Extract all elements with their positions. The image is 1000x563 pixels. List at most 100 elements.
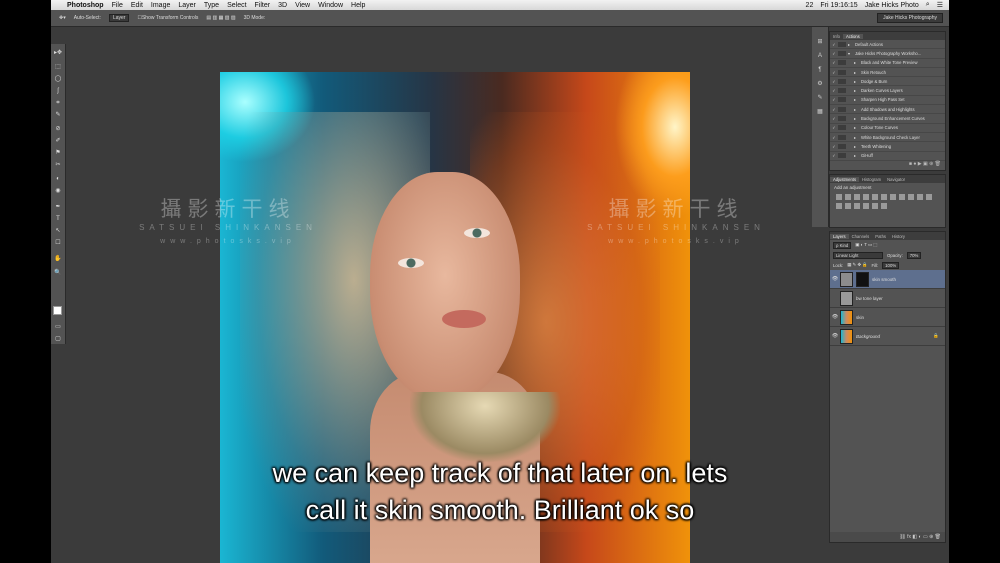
expand-icon[interactable]: ▸ [848,42,855,47]
menu-help[interactable]: Help [351,2,365,9]
menu-layer[interactable]: Layer [178,2,196,9]
lock-icons[interactable]: ▦ ✎ ✥ 🔒 [847,262,867,268]
action-item[interactable]: ✓ ▸ White Background Check Layer [830,133,945,143]
toggle-dialog-icon[interactable] [838,78,846,84]
adjustment-icons[interactable] [830,192,945,211]
user-name[interactable]: Jake Hicks Photo [865,2,919,9]
actions-footer-icons[interactable]: ■ ● ▶ ▣ ⊕ 🗑 [830,161,945,169]
toggle-dialog-icon[interactable] [838,50,846,56]
menu-filter[interactable]: Filter [255,2,271,9]
layers-footer-icons[interactable]: ⛓ fx ◧ ◐ ▭ ⊕ 🗑 [830,532,945,542]
check-icon[interactable]: ✓ [830,125,838,130]
move-tool-icon[interactable]: ✥▾ [59,15,66,21]
expand-icon[interactable]: ▸ [848,88,861,93]
action-item[interactable]: ✓ ▸ Colour Tone Curves [830,124,945,133]
workspace-switcher[interactable]: Jake Hicks Photography [877,13,943,23]
fill-input[interactable]: 100% [882,261,900,269]
pen-tool-icon[interactable]: ✒ [54,204,62,210]
expand-icon[interactable]: ▸ [848,97,861,102]
tab-histogram[interactable]: Histogram [859,177,884,182]
menu-3d[interactable]: 3D [278,2,287,9]
layer-kind-filter[interactable]: ρ Kind [833,241,852,249]
color-balance-icon[interactable] [899,194,905,200]
check-icon[interactable]: ✓ [830,88,838,93]
move-tool-icon[interactable]: ▸✥ [54,50,62,56]
filter-icons[interactable]: ▣ ◐ T ▭ ⬚ [855,242,877,248]
gradient-tool-icon[interactable]: ◐ [54,176,62,182]
action-item[interactable]: ✓ ▸ Skin Retouch [830,68,945,78]
expand-icon[interactable]: ▸ [848,107,861,112]
menu-select[interactable]: Select [227,2,246,9]
tab-layers[interactable]: Layers [830,233,849,239]
gradient-map-icon[interactable] [881,194,887,200]
black-white-icon[interactable] [908,194,914,200]
action-set[interactable]: ✓ ▾ Jake Hicks Photography Worksho... [830,49,945,59]
toggle-dialog-icon[interactable] [838,143,846,149]
toggle-dialog-icon[interactable] [838,88,846,94]
invert-icon[interactable] [845,203,851,209]
type-tool-icon[interactable]: T [54,216,62,222]
history-brush-tool-icon[interactable]: ✂ [54,162,62,168]
action-set[interactable]: ✓ ▸ Default Actions [830,40,945,50]
toggle-dialog-icon[interactable] [838,125,846,131]
tab-paths[interactable]: Paths [872,234,889,239]
toggle-dialog-icon[interactable] [838,134,846,140]
action-item[interactable]: ✓ ▸ Teeth Whitening [830,142,945,152]
lasso-tool-icon[interactable]: ◯ [54,76,62,82]
blend-mode-dropdown[interactable]: Linear Light [833,251,883,259]
action-item[interactable]: ✓ ▸ Background Enhancement Curves [830,114,945,124]
layer-row[interactable]: bw tone layer [830,289,945,308]
action-item[interactable]: ✓ ▸ Black and White Tone Preview [830,59,945,68]
tab-actions[interactable]: Actions [843,33,863,39]
toggle-dialog-icon[interactable] [838,60,846,66]
eye-icon[interactable]: 👁 [830,314,840,320]
check-icon[interactable]: ✓ [830,42,838,47]
menu-file[interactable]: File [112,2,123,9]
layer-row[interactable]: 👁 Background 🔒 [830,327,945,346]
action-item[interactable]: ✓ ▸ GiHuff [830,152,945,161]
expand-icon[interactable]: ▸ [848,79,861,84]
menu-window[interactable]: Window [318,2,343,9]
toggle-dialog-icon[interactable] [838,69,846,75]
healing-tool-icon[interactable]: ⊘ [54,126,62,132]
brightness-icon[interactable] [836,194,842,200]
check-icon[interactable]: ✓ [830,144,838,149]
layer-row[interactable]: 👁 skin smooth [830,270,945,289]
menu-type[interactable]: Type [204,2,219,9]
spotlight-search-icon[interactable]: ⌕ [926,1,930,9]
action-item[interactable]: ✓ ▸ Add Shadows and Highlights [830,105,945,115]
photo-filter-icon[interactable] [917,194,923,200]
expand-icon[interactable]: ▸ [848,116,861,121]
expand-icon[interactable]: ▸ [848,153,861,158]
tab-info[interactable]: Info [830,34,843,39]
eye-icon[interactable]: 👁 [830,276,840,282]
selective-color-icon[interactable] [872,203,878,209]
check-icon[interactable]: ✓ [830,97,838,102]
panel-strip-icons[interactable]: ⊞ A ¶ ⚙ ✎ ▦ [812,35,828,119]
tab-adjustments[interactable]: Adjustments [830,176,860,182]
expand-icon[interactable]: ▾ [848,51,855,56]
hue-saturation-icon[interactable] [890,194,896,200]
hand-tool-icon[interactable]: ✋ [54,256,62,262]
vibrance-icon[interactable] [872,194,878,200]
expand-icon[interactable]: ▸ [848,135,861,140]
tab-navigator[interactable]: Navigator [884,177,908,182]
toggle-dialog-icon[interactable] [838,153,846,159]
shape-tool-icon[interactable]: ☐ [54,240,62,246]
zoom-tool-icon[interactable]: 🔍 [54,270,62,276]
toggle-dialog-icon[interactable] [838,41,846,47]
menu-edit[interactable]: Edit [131,2,143,9]
expand-icon[interactable]: ▸ [848,125,861,130]
check-icon[interactable]: ✓ [830,107,838,112]
app-menu[interactable]: Photoshop [67,2,104,9]
eye-icon[interactable]: 👁 [830,333,840,339]
marquee-tool-icon[interactable]: ⬚ [54,64,62,70]
color-lookup-icon[interactable] [836,203,842,209]
align-icons[interactable]: ▤ ▥ ▦ ▧ ▨ [206,15,235,21]
posterize-icon[interactable] [854,203,860,209]
foreground-color-swatch[interactable] [53,306,62,315]
curves-icon[interactable] [854,194,860,200]
toggle-dialog-icon[interactable] [838,97,846,103]
action-item[interactable]: ✓ ▸ Darken Curves Layers [830,86,945,96]
toggle-dialog-icon[interactable] [838,106,846,112]
